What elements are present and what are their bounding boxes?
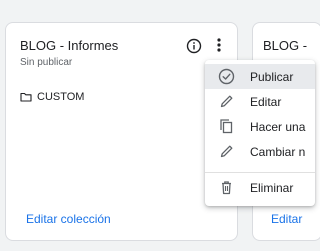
info-icon[interactable] [186, 38, 202, 54]
collection-options-menu: Publicar Editar Hacer una Cambiar n Elim… [205, 60, 315, 206]
copy-icon [220, 119, 233, 134]
check-circle-icon [218, 68, 235, 85]
card-status: Sin publicar [20, 57, 73, 68]
pencil-icon [220, 95, 233, 108]
menu-item-delete[interactable]: Eliminar [205, 175, 315, 200]
menu-item-label: Editar [250, 95, 282, 109]
folder-icon [20, 92, 32, 102]
edit-collection-link[interactable]: Editar colección [26, 212, 111, 226]
menu-item-label: Publicar [250, 70, 294, 84]
edit-collection-link[interactable]: Editar [271, 212, 302, 226]
menu-item-label: Cambiar n [250, 145, 306, 159]
collection-card-blog-informes: BLOG - Informes Sin publicar CUSTOM Edit… [5, 22, 238, 241]
folder-label: CUSTOM [37, 91, 85, 103]
more-options-icon[interactable] [212, 36, 226, 54]
menu-divider [205, 172, 315, 173]
card-title: BLOG - [263, 38, 308, 53]
menu-item-rename[interactable]: Cambiar n [205, 139, 315, 164]
menu-item-label: Hacer una [250, 120, 306, 134]
pencil-icon [220, 145, 233, 158]
menu-item-label: Eliminar [250, 181, 294, 195]
menu-item-publish[interactable]: Publicar [205, 64, 315, 89]
trash-icon [222, 181, 231, 195]
menu-item-edit[interactable]: Editar [205, 89, 315, 114]
card-title: BLOG - Informes [20, 38, 119, 53]
menu-item-duplicate[interactable]: Hacer una [205, 114, 315, 139]
